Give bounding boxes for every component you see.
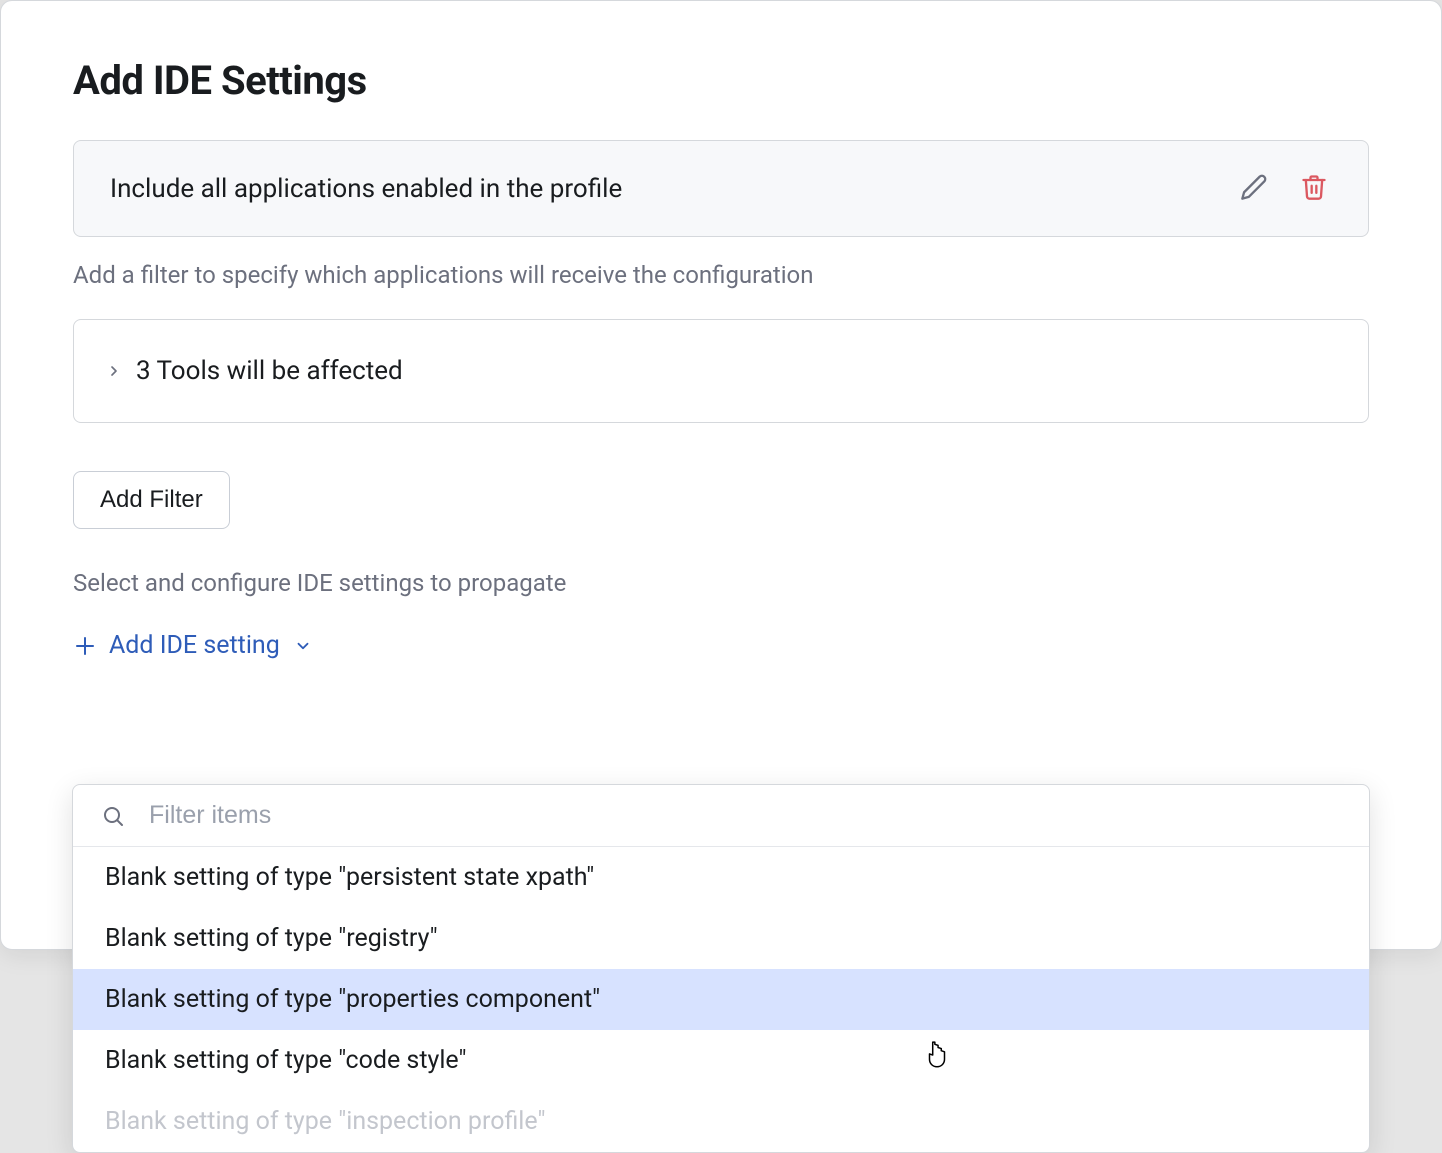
trash-icon <box>1300 173 1328 204</box>
profile-filter-box: Include all applications enabled in the … <box>73 140 1369 237</box>
tools-affected-box[interactable]: 3 Tools will be affected <box>73 319 1369 423</box>
search-icon <box>101 804 125 828</box>
plus-icon <box>73 634 97 658</box>
chevron-right-icon <box>106 363 122 379</box>
dropdown-search-row <box>73 785 1369 847</box>
profile-actions <box>1236 169 1332 208</box>
add-ide-setting-label: Add IDE setting <box>109 631 280 660</box>
add-filter-button[interactable]: Add Filter <box>73 471 230 529</box>
pencil-icon <box>1240 173 1268 204</box>
dropdown-item[interactable]: Blank setting of type "code style" <box>73 1030 1369 1091</box>
ide-setting-dropdown: Blank setting of type "persistent state … <box>72 784 1370 1153</box>
edit-button[interactable] <box>1236 169 1272 208</box>
dropdown-item[interactable]: Blank setting of type "properties compon… <box>73 969 1369 1030</box>
dropdown-item[interactable]: Blank setting of type "inspection profil… <box>73 1091 1369 1152</box>
dropdown-list: Blank setting of type "persistent state … <box>73 847 1369 1152</box>
filter-helper-text: Add a filter to specify which applicatio… <box>73 261 1369 289</box>
filter-items-input[interactable] <box>149 801 1341 830</box>
add-ide-setting-button[interactable]: Add IDE setting <box>73 631 312 660</box>
tools-affected-text: 3 Tools will be affected <box>136 356 403 386</box>
delete-button[interactable] <box>1296 169 1332 208</box>
chevron-down-icon <box>294 637 312 655</box>
dropdown-item[interactable]: Blank setting of type "persistent state … <box>73 847 1369 908</box>
profile-filter-text: Include all applications enabled in the … <box>110 174 622 204</box>
page-title: Add IDE Settings <box>73 57 1369 104</box>
propagate-helper-text: Select and configure IDE settings to pro… <box>73 569 1369 597</box>
dropdown-item[interactable]: Blank setting of type "registry" <box>73 908 1369 969</box>
